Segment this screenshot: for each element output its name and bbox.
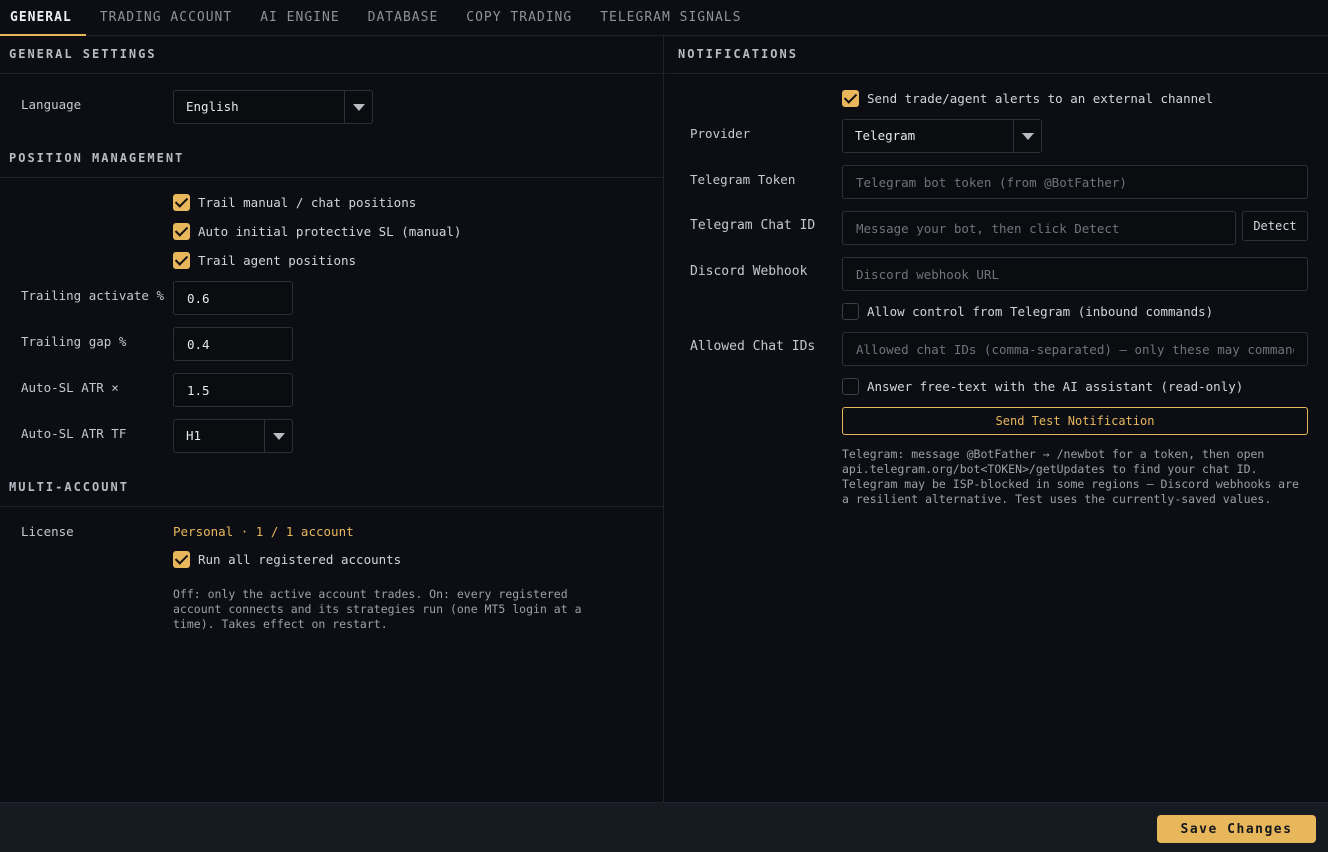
save-changes-button[interactable]: Save Changes bbox=[1157, 815, 1316, 843]
answer-free-text-checkbox[interactable]: Answer free-text with the AI assistant (… bbox=[842, 378, 1243, 395]
atr-timeframe-value: H1 bbox=[186, 428, 202, 443]
notifications-help: Telegram: message @BotFather → /newbot f… bbox=[842, 447, 1299, 506]
telegram-token-label: Telegram Token bbox=[690, 172, 796, 187]
license-value: Personal · 1 / 1 account bbox=[173, 524, 354, 539]
license-label: License bbox=[21, 524, 74, 539]
send-test-notification-button[interactable]: Send Test Notification bbox=[842, 407, 1308, 435]
checkbox-checked-icon bbox=[173, 194, 190, 211]
chevron-down-icon bbox=[344, 91, 372, 123]
left-panel: GENERAL SETTINGS Language English POSITI… bbox=[0, 36, 664, 802]
settings-tabs: GENERAL TRADING ACCOUNT AI ENGINE DATABA… bbox=[0, 0, 1328, 36]
detect-button[interactable]: Detect bbox=[1242, 211, 1308, 241]
trailing-activate-input[interactable] bbox=[173, 281, 293, 315]
checkbox-checked-icon bbox=[173, 252, 190, 269]
tab-telegram-signals[interactable]: TELEGRAM SIGNALS bbox=[586, 0, 755, 36]
tab-ai-engine[interactable]: AI ENGINE bbox=[246, 0, 353, 36]
allow-control-checkbox[interactable]: Allow control from Telegram (inbound com… bbox=[842, 303, 1213, 320]
discord-webhook-label: Discord Webhook bbox=[690, 264, 808, 279]
notifications-panel: NOTIFICATIONS Send trade/agent alerts to… bbox=[665, 36, 1328, 802]
tab-general[interactable]: GENERAL bbox=[0, 0, 86, 36]
auto-sl-label: Auto initial protective SL (manual) bbox=[198, 224, 462, 239]
tab-database[interactable]: DATABASE bbox=[354, 0, 453, 36]
checkbox-unchecked-icon bbox=[842, 378, 859, 395]
general-settings-title: GENERAL SETTINGS bbox=[0, 36, 663, 74]
tab-trading-account[interactable]: TRADING ACCOUNT bbox=[86, 0, 246, 36]
multi-account-title: MULTI-ACCOUNT bbox=[0, 469, 663, 507]
telegram-chat-id-input[interactable] bbox=[842, 211, 1236, 245]
send-alerts-label: Send trade/agent alerts to an external c… bbox=[867, 91, 1214, 106]
checkbox-checked-icon bbox=[173, 223, 190, 240]
language-label: Language bbox=[21, 97, 82, 112]
trail-agent-label: Trail agent positions bbox=[198, 253, 357, 268]
allowed-chat-ids-label: Allowed Chat IDs bbox=[690, 339, 816, 354]
position-management-title: POSITION MANAGEMENT bbox=[0, 140, 663, 178]
send-alerts-checkbox[interactable]: Send trade/agent alerts to an external c… bbox=[842, 90, 1213, 107]
trailing-activate-label: Trailing activate % bbox=[21, 288, 164, 303]
provider-label: Provider bbox=[690, 126, 751, 141]
atr-multiplier-label: Auto-SL ATR × bbox=[21, 380, 119, 395]
trailing-gap-label: Trailing gap % bbox=[21, 334, 127, 349]
trail-manual-label: Trail manual / chat positions bbox=[198, 195, 417, 210]
trail-manual-checkbox[interactable]: Trail manual / chat positions bbox=[173, 194, 416, 211]
checkbox-checked-icon bbox=[173, 551, 190, 568]
tab-copy-trading[interactable]: COPY TRADING bbox=[452, 0, 586, 36]
trail-agent-checkbox[interactable]: Trail agent positions bbox=[173, 252, 356, 269]
atr-timeframe-select[interactable]: H1 bbox=[173, 419, 293, 453]
telegram-token-input[interactable] bbox=[842, 165, 1308, 199]
run-all-accounts-label: Run all registered accounts bbox=[198, 552, 402, 567]
language-select[interactable]: English bbox=[173, 90, 373, 124]
run-all-accounts-checkbox[interactable]: Run all registered accounts bbox=[173, 551, 401, 568]
chevron-down-icon bbox=[264, 420, 292, 452]
allowed-chat-ids-input[interactable] bbox=[842, 332, 1308, 366]
language-value: English bbox=[186, 99, 239, 114]
provider-value: Telegram bbox=[855, 128, 916, 143]
footer-bar: Save Changes bbox=[0, 802, 1328, 852]
telegram-chat-id-label: Telegram Chat ID bbox=[690, 218, 816, 233]
checkbox-checked-icon bbox=[842, 90, 859, 107]
atr-multiplier-input[interactable] bbox=[173, 373, 293, 407]
notifications-title: NOTIFICATIONS bbox=[665, 36, 1328, 74]
allow-control-label: Allow control from Telegram (inbound com… bbox=[867, 304, 1214, 319]
answer-free-text-label: Answer free-text with the AI assistant (… bbox=[867, 379, 1244, 394]
atr-timeframe-label: Auto-SL ATR TF bbox=[21, 426, 127, 441]
trailing-gap-input[interactable] bbox=[173, 327, 293, 361]
checkbox-unchecked-icon bbox=[842, 303, 859, 320]
discord-webhook-input[interactable] bbox=[842, 257, 1308, 291]
auto-sl-checkbox[interactable]: Auto initial protective SL (manual) bbox=[173, 223, 461, 240]
chevron-down-icon bbox=[1013, 120, 1041, 152]
multi-account-help: Off: only the active account trades. On:… bbox=[173, 587, 582, 631]
provider-select[interactable]: Telegram bbox=[842, 119, 1042, 153]
